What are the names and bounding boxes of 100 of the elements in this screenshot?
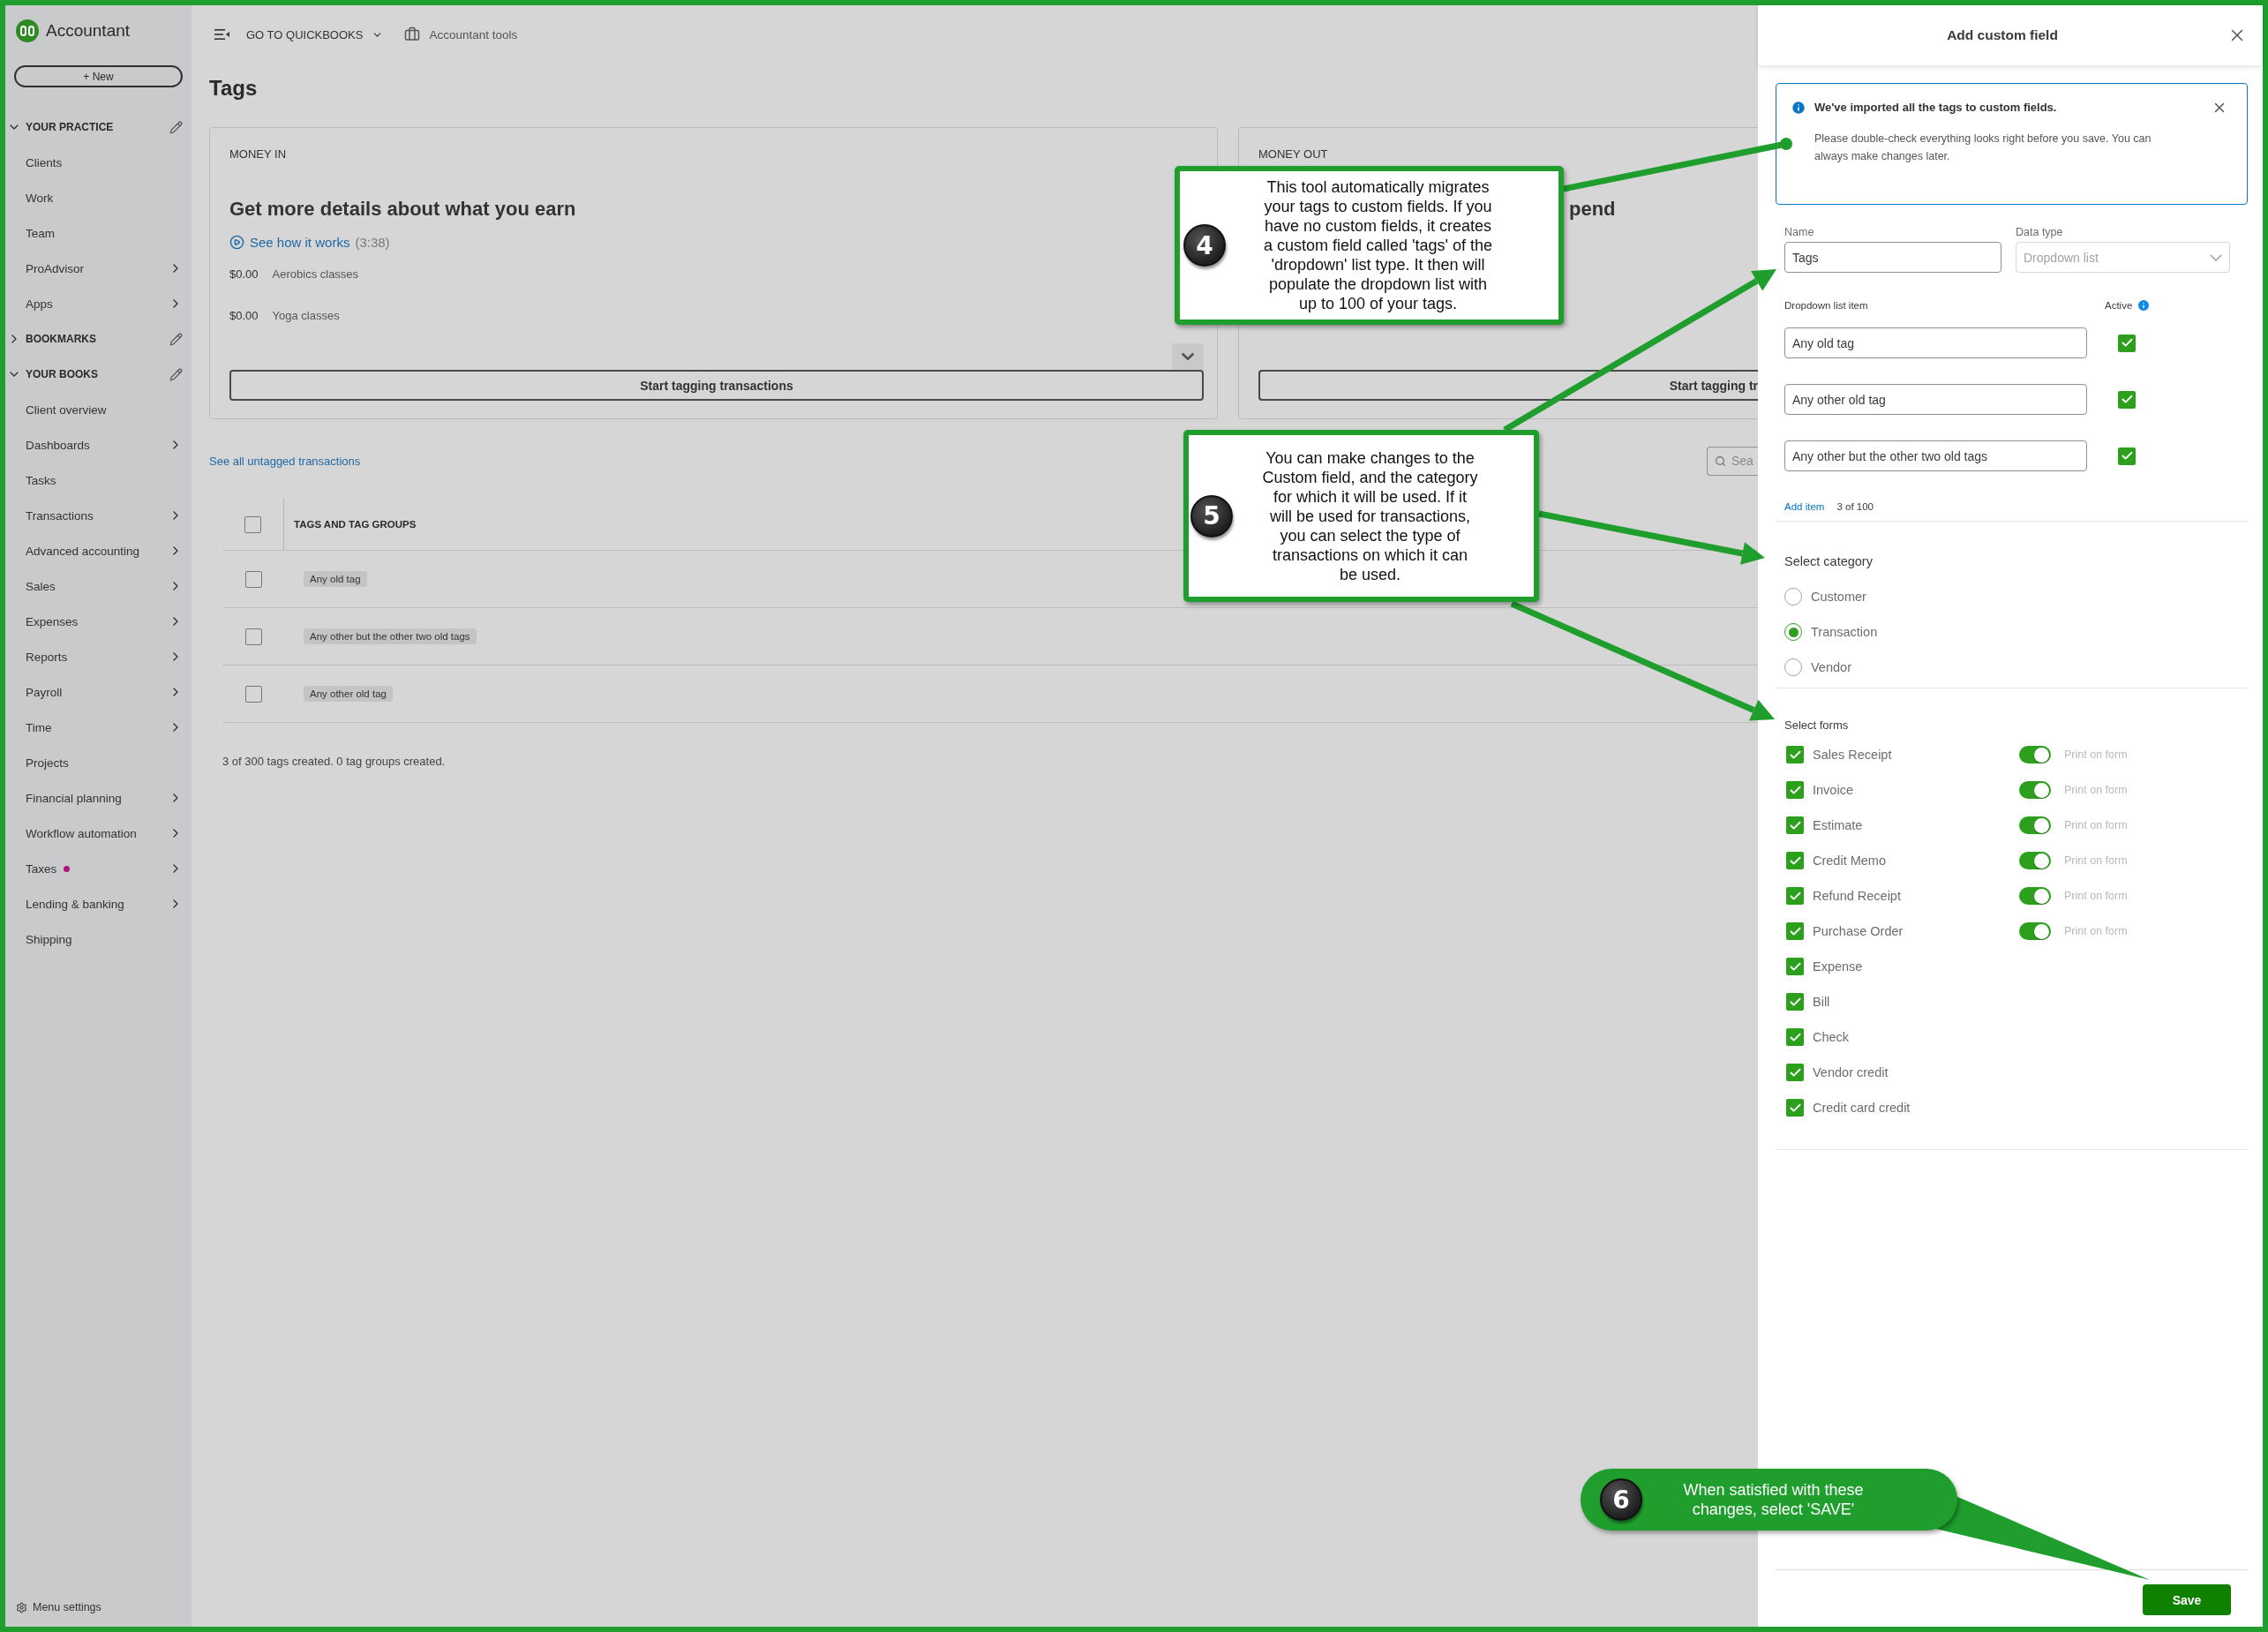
form-checkbox[interactable] [1786,887,1804,905]
nav-item[interactable]: Expenses [26,614,79,628]
video-link[interactable]: See how it works [250,234,350,250]
active-checkbox[interactable] [2118,447,2136,465]
form-label[interactable]: Check [1813,1030,1850,1044]
search-input[interactable]: Sea [1731,454,1758,468]
form-checkbox[interactable] [1786,958,1804,975]
section-title[interactable]: YOUR BOOKS [26,368,169,380]
form-checkbox[interactable] [1786,993,1804,1011]
nav-item[interactable]: Clients [26,155,63,169]
go-to-quickbooks-menu[interactable]: GO TO QUICKBOOKS [246,27,364,41]
untagged-transactions-link[interactable]: See all untagged transactions [209,454,361,468]
check-icon [2120,393,2134,406]
option-label[interactable]: Customer [1811,590,1866,604]
menu-settings-link[interactable]: Menu settings [33,1601,101,1613]
form-checkbox[interactable] [1786,1028,1804,1046]
menu-icon[interactable] [214,29,230,40]
briefcase-icon[interactable] [404,26,421,42]
list-item-field[interactable]: Any old tag [1784,327,2087,358]
video-length: (3:38) [355,234,390,250]
nav-item[interactable]: Dashboards [26,438,90,452]
pencil-icon[interactable] [169,120,183,134]
print-toggle[interactable] [2019,922,2051,940]
row-checkbox[interactable] [244,685,262,703]
nav-item[interactable]: Apps [26,297,53,311]
column-header[interactable]: TAGS AND TAG GROUPS [294,519,417,530]
save-button[interactable]: Save [2143,1584,2231,1615]
form-checkbox[interactable] [1786,1099,1804,1117]
form-label[interactable]: Estimate [1813,818,1863,832]
form-checkbox[interactable] [1786,1064,1804,1081]
form-checkbox[interactable] [1786,816,1804,834]
column-label: Dropdown list item [1784,300,1869,311]
select-all-checkbox[interactable] [244,515,261,533]
nav-item[interactable]: Reports [26,650,68,664]
accountant-tools-link[interactable]: Accountant tools [429,27,518,41]
pencil-icon[interactable] [169,367,183,381]
section-title[interactable]: BOOKMARKS [26,333,169,345]
check-icon [2120,336,2134,350]
nav-item[interactable]: Payroll [26,685,63,699]
tag-name: Aerobics classes [272,267,359,281]
option-label[interactable]: Vendor [1811,660,1851,674]
nav-item[interactable]: Transactions [26,508,94,523]
form-label[interactable]: Credit card credit [1813,1101,1911,1115]
active-checkbox[interactable] [2118,334,2136,352]
row-checkbox[interactable] [244,570,262,588]
nav-item[interactable]: Tasks [26,473,56,487]
active-checkbox[interactable] [2118,390,2136,409]
nav-item[interactable]: Workflow automation [26,826,137,840]
nav-item[interactable]: Advanced accounting [26,544,140,558]
option-label[interactable]: Transaction [1811,625,1878,639]
name-field[interactable]: Tags [1784,242,2001,273]
form-label[interactable]: Refund Receipt [1813,889,1901,903]
amount: $0.00 [229,267,259,281]
print-toggle[interactable] [2019,816,2051,834]
row-checkbox[interactable] [244,628,262,645]
form-label[interactable]: Purchase Order [1813,924,1904,938]
info-icon[interactable] [2137,298,2152,312]
settings-icon[interactable] [16,1601,27,1613]
form-checkbox[interactable] [1786,852,1804,869]
nav-item[interactable]: Projects [26,756,69,770]
nav-item[interactable]: Work [26,191,54,205]
form-label[interactable]: Sales Receipt [1813,748,1892,762]
step-number: 5 [1190,494,1233,538]
play-icon[interactable] [229,234,244,250]
form-label[interactable]: Invoice [1813,783,1853,797]
expand-button[interactable] [1172,343,1204,370]
print-toggle[interactable] [2019,852,2051,869]
nav-item[interactable]: Financial planning [26,791,122,805]
start-tagging-button[interactable]: Start tagging transactions [229,370,1204,401]
form-checkbox[interactable] [1786,781,1804,799]
start-tagging-button[interactable]: Start tagging tr [1258,370,1758,401]
tag-chip: Any old tag [304,571,367,587]
nav-item[interactable]: Taxes [26,861,57,876]
form-label[interactable]: Bill [1813,995,1830,1009]
print-toggle[interactable] [2019,781,2051,799]
pencil-icon[interactable] [169,332,183,346]
nav-item[interactable]: Lending & banking [26,897,124,911]
nav-item[interactable]: Shipping [26,932,72,946]
form-label[interactable]: Vendor credit [1813,1065,1889,1079]
nav-item[interactable]: Time [26,720,52,734]
nav-item[interactable]: Client overview [26,402,107,417]
nav-item[interactable]: ProAdvisor [26,261,85,275]
chevron-down-icon [2210,253,2222,261]
form-checkbox[interactable] [1786,746,1804,763]
tag-chip: Any other but the other two old tags [304,628,477,644]
new-button[interactable]: + New [14,65,183,87]
nav-item[interactable]: Team [26,226,55,240]
add-item-link[interactable]: Add item [1784,501,1825,512]
check-icon [2120,449,2134,463]
form-checkbox[interactable] [1786,922,1804,940]
list-item-field[interactable]: Any other but the other two old tags [1784,440,2087,471]
list-item-field[interactable]: Any other old tag [1784,384,2087,415]
print-toggle[interactable] [2019,746,2051,763]
form-label[interactable]: Credit Memo [1813,854,1886,868]
section-label: Select forms [1784,718,1850,733]
section-title[interactable]: YOUR PRACTICE [26,121,169,133]
form-label[interactable]: Expense [1813,959,1863,974]
search-field[interactable]: Sea [1707,446,1758,476]
nav-item[interactable]: Sales [26,579,56,593]
print-toggle[interactable] [2019,887,2051,905]
